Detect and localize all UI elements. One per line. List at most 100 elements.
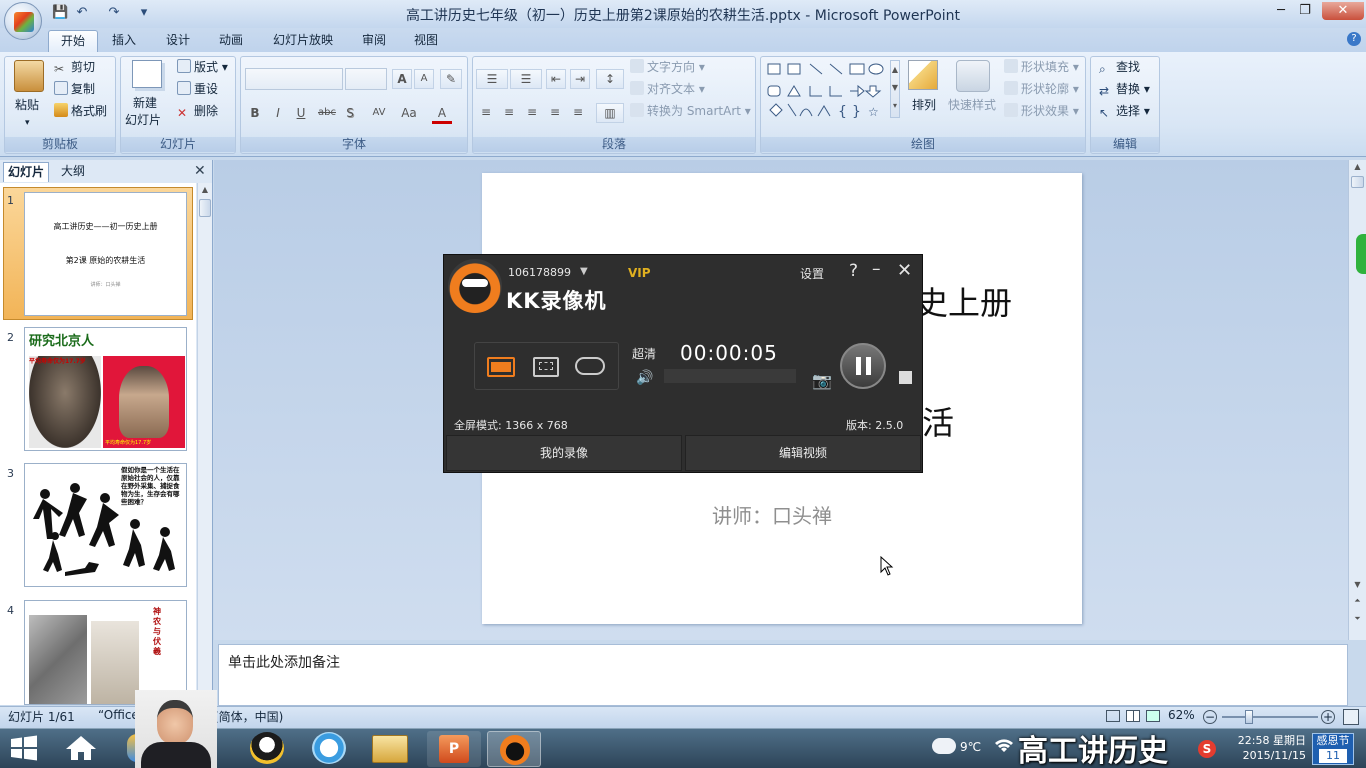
calendar-widget[interactable]: 感恩节 11 [1312,733,1354,765]
shape-effects-button[interactable]: 形状效果 ▾ [1004,102,1079,120]
zoom-slider-thumb[interactable] [1245,710,1253,724]
quick-styles-icon[interactable] [956,60,990,92]
zoom-slider[interactable] [1222,716,1318,718]
qq-icon[interactable] [250,732,284,764]
taskbar-powerpoint[interactable]: P [427,731,481,767]
strikethrough-button[interactable]: abc [314,104,340,124]
columns-icon[interactable]: ▥ [596,103,624,123]
align-text-button[interactable]: 对齐文本 ▾ [630,80,705,98]
next-slide-icon[interactable]: ⏷ [1351,614,1364,626]
shrink-font-button[interactable]: A [414,69,434,89]
clock-date[interactable]: 2015/11/15 [1226,749,1306,762]
new-slide-label-2[interactable]: 幻灯片 [125,111,161,129]
language[interactable]: (简体，中国) [214,708,283,725]
vip-badge[interactable]: VIP [628,266,651,280]
select-button[interactable]: ↖ 选择 ▾ [1099,102,1150,120]
close-icon[interactable]: ✕ [897,260,912,281]
scroll-down-icon[interactable]: ▼ [1351,580,1364,592]
new-slide-label-1[interactable]: 新建 [133,94,157,112]
pause-button[interactable] [840,343,886,389]
bullets-icon[interactable]: ☰ [476,69,508,89]
tab-design[interactable]: 设计 [158,30,198,52]
scroll-up-icon[interactable]: ▲ [1351,162,1364,174]
tab-outline[interactable]: 大纲 [52,162,94,182]
grow-font-button[interactable]: A [392,69,412,89]
align-center-icon[interactable]: ≡ [499,103,519,123]
change-case-button[interactable]: Aa [396,104,422,124]
italic-button[interactable]: I [268,104,288,124]
scroll-thumb[interactable] [1351,176,1364,188]
slide-sorter-icon[interactable] [1126,710,1140,722]
font-size-combo[interactable] [345,68,387,90]
close-button[interactable]: ✕ [1322,2,1364,20]
slide-title-text[interactable]: 史上册 [916,278,1012,324]
char-spacing-button[interactable]: AV [366,104,392,124]
increase-indent-icon[interactable]: ⇥ [570,69,590,89]
fullscreen-mode-icon[interactable] [487,357,515,377]
floating-green-tab[interactable] [1356,234,1366,274]
align-left-icon[interactable]: ≡ [476,103,496,123]
account-dropdown-icon[interactable]: ▼ [580,266,588,277]
fit-window-icon[interactable] [1343,709,1359,725]
settings-link[interactable]: 设置 [800,265,824,282]
shadow-button[interactable]: S [340,104,360,124]
region-mode-icon[interactable] [533,357,559,377]
file-explorer-icon[interactable] [372,735,408,763]
font-name-combo[interactable] [245,68,343,90]
tab-slideshow[interactable]: 幻灯片放映 [266,30,340,52]
numbering-icon[interactable]: ☰ [510,69,542,89]
reset-button[interactable]: 重设 [177,80,218,98]
volume-bar[interactable] [664,369,796,383]
paste-button[interactable]: 粘贴 [15,96,39,114]
chrome-browser-icon[interactable] [312,732,346,764]
pane-scrollbar[interactable]: ▲ [197,183,212,705]
stop-button[interactable] [899,371,912,384]
font-color-button[interactable]: A [432,104,452,124]
slide-subtitle-text[interactable]: 活 [922,398,954,444]
arrange-button[interactable]: 排列 [912,96,936,114]
tab-slides[interactable]: 幻灯片 [3,162,49,182]
shapes-gallery[interactable]: { } ☆ [766,60,890,120]
slide-speaker-text[interactable]: 讲师：口头禅 [712,500,832,529]
slide-thumbnail-3[interactable]: 假如你是一个生活在原始社会的人，仅靠在野外采集、捕捉食物为生，生存会有哪些困难？ [24,463,187,587]
text-direction-button[interactable]: 文字方向 ▾ [630,58,705,76]
replace-button[interactable]: ⇄ 替换 ▾ [1099,80,1150,98]
kk-recorder-window[interactable]: 106178899 ▼ VIP 设置 ? – ✕ KK录像机 超清 🔊 00:0… [443,254,923,473]
zoom-level[interactable]: 62% [1168,708,1195,722]
shape-outline-button[interactable]: 形状轮廓 ▾ [1004,80,1079,98]
game-mode-icon[interactable] [575,357,605,375]
tab-insert[interactable]: 插入 [104,30,144,52]
edit-video-button[interactable]: 编辑视频 [685,435,921,471]
previous-slide-icon[interactable]: ⏶ [1351,596,1364,608]
tab-review[interactable]: 审阅 [354,30,394,52]
new-slide-icon[interactable] [132,60,162,88]
normal-view-icon[interactable] [1106,710,1120,722]
sogou-input-icon[interactable]: S [1198,740,1216,758]
bold-button[interactable]: B [245,104,265,124]
justify-icon[interactable]: ≡ [545,103,565,123]
clear-format-icon[interactable]: ✎ [440,69,462,89]
align-right-icon[interactable]: ≡ [522,103,542,123]
decrease-indent-icon[interactable]: ⇤ [546,69,566,89]
line-spacing-icon[interactable]: ↕ [596,69,624,89]
tab-home[interactable]: 开始 [48,30,98,52]
zoom-out-icon[interactable]: − [1203,710,1217,724]
copy-button[interactable]: 复制 [54,80,95,98]
shapes-more-icon[interactable]: ▲ ▼ ▾ [890,60,900,118]
home-icon[interactable] [64,734,98,762]
format-painter-button[interactable]: 格式刷 [54,102,107,120]
layout-button[interactable]: 版式 ▾ [177,58,228,76]
slide-thumbnail-1[interactable]: 高工讲历史——初一历史上册 第2课 原始的农耕生活 讲师：口头禅 [24,192,187,316]
account-id[interactable]: 106178899 [508,266,571,279]
clock-time[interactable]: 22:58 星期日 [1226,732,1306,748]
smartart-button[interactable]: 转换为 SmartArt ▾ [630,102,751,120]
pane-close-icon[interactable]: ✕ [194,163,206,179]
distribute-icon[interactable]: ≡ [568,103,588,123]
slide-thumbnail-2[interactable]: 研究北京人 平均寿命仅为17.7岁 平均寿命仅为17.7岁 [24,327,187,451]
wifi-icon[interactable] [994,738,1014,754]
find-button[interactable]: ⌕ 查找 [1099,58,1140,76]
paste-icon[interactable] [14,60,44,92]
minimize-icon[interactable]: – [872,259,881,279]
tab-view[interactable]: 视图 [406,30,446,52]
underline-button[interactable]: U [291,104,311,124]
